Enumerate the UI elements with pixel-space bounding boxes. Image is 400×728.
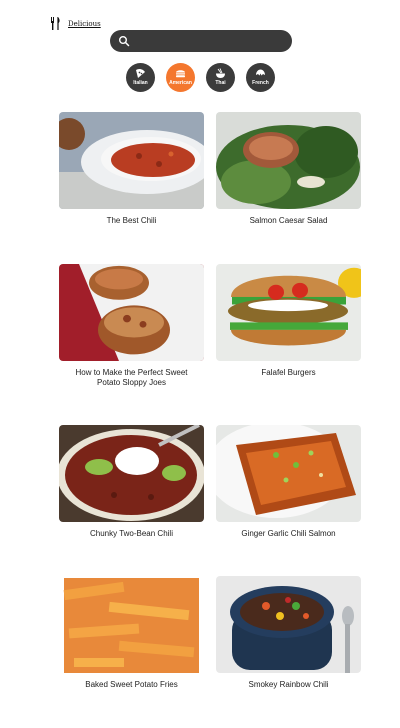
- recipe-image: [216, 576, 361, 673]
- category-label: French: [252, 80, 269, 86]
- category-american[interactable]: American: [166, 63, 195, 92]
- pizza-icon: [136, 68, 145, 78]
- category-french[interactable]: French: [246, 63, 275, 92]
- recipe-image: [59, 112, 204, 209]
- category-label: Thai: [215, 80, 226, 86]
- bowl-icon: [216, 68, 225, 78]
- fork-knife-icon: [51, 17, 60, 30]
- recipe-image: [59, 264, 204, 361]
- category-thai[interactable]: Thai: [206, 63, 235, 92]
- recipe-image: [59, 576, 204, 673]
- category-label: Italian: [133, 80, 148, 86]
- recipe-image: [59, 425, 204, 522]
- recipe-title: How to Make the Perfect Sweet Potato Slo…: [75, 368, 188, 387]
- search-input[interactable]: [134, 30, 284, 52]
- recipe-image: [216, 112, 361, 209]
- croissant-icon: [256, 69, 265, 76]
- recipe-title: Falafel Burgers: [261, 368, 316, 377]
- recipe-card[interactable]: Smokey Rainbow Chili: [216, 576, 361, 690]
- category-italian[interactable]: Italian: [126, 63, 155, 92]
- recipe-card[interactable]: How to Make the Perfect Sweet Potato Slo…: [59, 264, 204, 388]
- search-icon: [119, 36, 130, 47]
- recipe-card[interactable]: Falafel Burgers: [216, 264, 361, 378]
- recipe-title: Baked Sweet Potato Fries: [85, 680, 178, 689]
- recipe-card[interactable]: Salmon Caesar Salad: [216, 112, 361, 226]
- recipe-card[interactable]: Ginger Garlic Chili Salmon: [216, 425, 361, 539]
- burger-icon: [176, 70, 185, 78]
- recipe-title: Ginger Garlic Chili Salmon: [241, 529, 336, 538]
- recipe-image: [216, 264, 361, 361]
- recipe-card[interactable]: Chunky Two-Bean Chili: [59, 425, 204, 539]
- category-filter: Italian American Thai French: [126, 63, 275, 92]
- recipe-title: Salmon Caesar Salad: [249, 216, 328, 225]
- recipe-card[interactable]: The Best Chili: [59, 112, 204, 226]
- search-bar[interactable]: [110, 30, 292, 52]
- brand-logo[interactable]: Delicious: [50, 17, 101, 30]
- brand-name: Delicious: [68, 19, 101, 28]
- recipe-title: The Best Chili: [106, 216, 157, 225]
- category-label: American: [169, 80, 192, 86]
- recipe-title: Smokey Rainbow Chili: [248, 680, 329, 689]
- recipe-title: Chunky Two-Bean Chili: [89, 529, 173, 538]
- recipe-card[interactable]: Baked Sweet Potato Fries: [59, 576, 204, 690]
- recipe-image: [216, 425, 361, 522]
